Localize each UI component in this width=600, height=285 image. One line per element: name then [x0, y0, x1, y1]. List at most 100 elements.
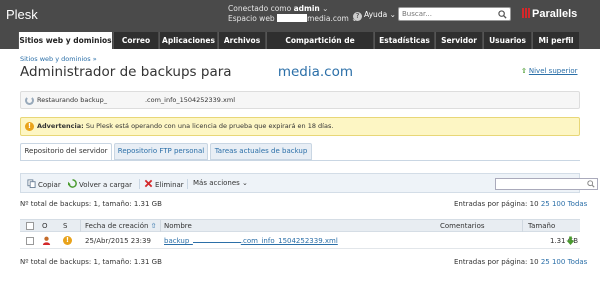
table-header: O S Fecha de creación ⇧ Nombre Comentari… [20, 219, 580, 232]
tab-backup-tasks[interactable]: Tareas actuales de backup [210, 143, 312, 160]
main-tabs: Sitios web y dominios Correo Aplicacione… [0, 32, 600, 62]
tab-users[interactable]: Usuarios [483, 32, 531, 49]
more-actions-label: Más acciones [193, 179, 240, 187]
per-page-bottom: Entradas por página: 10 25 100 Todas [454, 258, 587, 266]
reload-button[interactable]: Volver a cargar [68, 179, 132, 189]
warning-icon: ! [63, 236, 72, 245]
download-icon[interactable] [566, 236, 575, 246]
per-page-25[interactable]: 25 [541, 200, 550, 208]
row-checkbox[interactable] [26, 237, 34, 245]
list-search-input[interactable] [496, 180, 581, 190]
column-divider [160, 220, 161, 232]
per-page-all[interactable]: Todas [568, 200, 588, 208]
up-level-link[interactable]: ⇧ Nivel superior [521, 67, 578, 75]
spinner-icon [25, 96, 34, 105]
toolbar-separator [187, 179, 188, 191]
parallels-bars-icon [522, 8, 530, 18]
column-date[interactable]: Fecha de creación ⇧ [85, 222, 157, 230]
restore-prefix: Restaurando backup_ [37, 96, 107, 104]
tab-applications[interactable]: Aplicaciones [159, 32, 217, 49]
backup-summary-bottom: Nº total de backups: 1, tamaño: 1.31 GB [20, 258, 162, 266]
file-name-prefix: backup_ [164, 237, 193, 245]
warning-label: Advertencia: [37, 122, 84, 130]
column-status[interactable]: S [63, 222, 67, 230]
title-domain: media.com [277, 64, 354, 80]
backup-summary-top: Nº total de backups: 1, tamaño: 1.31 GB [20, 200, 162, 208]
column-divider [522, 220, 523, 232]
delete-button[interactable]: Eliminar [144, 179, 184, 189]
backup-toolbar: Copiar Volver a cargar Eliminar Más acci… [20, 173, 598, 193]
breadcrumb[interactable]: Sitios web y dominios » [20, 55, 97, 63]
restore-status-message: Restaurando backup_ .com_info_1504252339.… [20, 91, 580, 109]
tab-files[interactable]: Archivos [218, 32, 265, 49]
search-input[interactable] [399, 8, 491, 20]
reload-label: Volver a cargar [79, 181, 133, 189]
search-icon[interactable] [498, 10, 507, 19]
tab-statistics[interactable]: Estadísticas [374, 32, 434, 49]
help-icon: ? [353, 12, 362, 21]
select-all-checkbox[interactable] [26, 222, 34, 230]
up-arrow-icon: ⇧ [521, 67, 527, 75]
connected-as-line[interactable]: Conectado como admin ⌄ [228, 4, 358, 14]
tab-server[interactable]: Servidor [435, 32, 482, 49]
column-owner[interactable]: O [42, 222, 48, 230]
column-divider [80, 220, 81, 232]
tab-mail[interactable]: Correo [113, 32, 158, 49]
restore-suffix: .com_info_1504252339.xml [144, 96, 235, 104]
delete-label: Eliminar [155, 181, 184, 189]
tab-my-profile[interactable]: Mi perfil [532, 32, 579, 49]
per-page-10[interactable]: 10 [530, 258, 539, 266]
per-page-label: Entradas por página: [454, 200, 528, 208]
brand-name: Parallels [532, 8, 578, 20]
per-page-25[interactable]: 25 [541, 258, 550, 266]
separator [139, 179, 140, 189]
delete-icon [144, 179, 153, 188]
separator [187, 179, 188, 189]
column-size[interactable]: Tamaño [528, 222, 555, 230]
global-search[interactable] [398, 7, 511, 21]
tab-websites-domains[interactable]: Sitios web y dominios [18, 32, 112, 49]
per-page-100[interactable]: 100 [552, 258, 565, 266]
more-actions-button[interactable]: Más acciones ⌄ [193, 179, 248, 187]
user-icon [42, 236, 51, 246]
per-page-all[interactable]: Todas [568, 258, 588, 266]
search-icon[interactable] [587, 180, 595, 188]
per-page-label: Entradas por página: [454, 258, 528, 266]
restore-icon [68, 179, 77, 188]
top-bar: Plesk Conectado como admin ⌄ Espacio web… [0, 0, 600, 32]
redacted-block [277, 14, 308, 22]
tab-ftp-repository[interactable]: Repositorio FTP personal [114, 143, 208, 160]
tab-server-repository[interactable]: Repositorio del servidor [20, 143, 112, 161]
chevron-down-icon: ⌄ [322, 4, 329, 13]
toolbar-separator [139, 179, 140, 191]
user-name[interactable]: admin [294, 4, 320, 13]
per-page-10[interactable]: 10 [530, 200, 539, 208]
backup-file-link[interactable]: backup_ .com_info_1504252339.xml [164, 237, 338, 245]
column-comments[interactable]: Comentarios [440, 222, 485, 230]
column-date-label: Fecha de creación [85, 222, 149, 230]
help-menu[interactable]: ? Ayuda ⌄ [353, 10, 396, 21]
table-row[interactable]: ! 25/Abr/2015 23:39 backup_ .com_info_150… [20, 233, 580, 249]
tab-file-sharing[interactable]: Compartición de archivos [266, 32, 373, 62]
list-search[interactable] [495, 178, 598, 190]
copy-button[interactable]: Copiar [27, 179, 61, 189]
copy-label: Copiar [38, 181, 61, 189]
webspace-line[interactable]: Espacio web media.com ⌄ [228, 14, 358, 24]
chevron-down-icon: ⌄ [242, 179, 248, 187]
row-date: 25/Abr/2015 23:39 [85, 237, 151, 245]
column-name[interactable]: Nombre [164, 222, 192, 230]
webspace-label: Espacio web [228, 14, 275, 23]
page-title: Administrador de backups para media.com [20, 64, 353, 80]
webspace-domain: media.com [307, 14, 349, 23]
subtab-line [20, 160, 580, 161]
title-prefix: Administrador de backups para [20, 64, 232, 80]
file-name-suffix: .com_info_1504252339.xml [240, 237, 338, 245]
warning-text: Su Plesk está operando con una licencia … [85, 122, 334, 130]
connected-as-label: Conectado como [228, 4, 292, 13]
per-page-top: Entradas por página: 10 25 100 Todas [454, 200, 587, 208]
help-label: Ayuda [364, 10, 388, 19]
plesk-logo[interactable]: Plesk [6, 7, 38, 22]
per-page-100[interactable]: 100 [552, 200, 565, 208]
connection-info: Conectado como admin ⌄ Espacio web media… [228, 4, 358, 24]
chevron-down-icon: ⌄ [389, 10, 396, 19]
